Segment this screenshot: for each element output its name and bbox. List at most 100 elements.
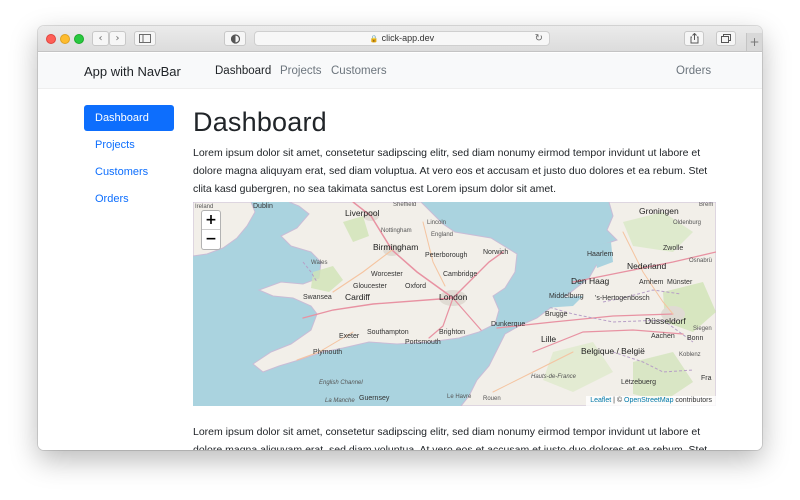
map-label-middelburg: Middelburg bbox=[549, 293, 584, 300]
second-paragraph: Lorem ipsum dolor sit amet, consetetur s… bbox=[193, 426, 708, 450]
sidebar: Dashboard Projects Customers Orders bbox=[84, 105, 174, 213]
map-label-birmingham: Birmingham bbox=[373, 242, 418, 252]
map-label-osnabruck: Osnabrü bbox=[689, 258, 712, 264]
chevron-left-icon: ‹ bbox=[98, 33, 103, 44]
map-label-exeter: Exeter bbox=[339, 333, 360, 340]
map-label-oxford: Oxford bbox=[405, 283, 426, 290]
map-label-siegen: Siegen bbox=[693, 326, 712, 332]
osm-link[interactable]: OpenStreetMap bbox=[624, 397, 673, 404]
map-label-aachen: Aachen bbox=[651, 333, 675, 340]
nav-link-orders[interactable]: Orders bbox=[676, 65, 711, 77]
share-icon bbox=[690, 32, 698, 44]
chevron-right-icon: › bbox=[115, 33, 120, 44]
map-label-dunkerque: Dunkerque bbox=[491, 321, 525, 328]
map-label-zwolle: Zwolle bbox=[663, 245, 683, 252]
map-label-nederland: Nederland bbox=[627, 261, 666, 271]
map-label-sheffield: Sheffield bbox=[393, 202, 416, 208]
map-label-gloucester: Gloucester bbox=[353, 283, 388, 290]
navbar-brand[interactable]: App with NavBar bbox=[84, 64, 181, 79]
map-label-den-haag: Den Haag bbox=[571, 276, 610, 286]
map-label-la-manche: La Manche bbox=[325, 398, 355, 404]
web-page: App with NavBar Dashboard Projects Custo… bbox=[38, 53, 762, 450]
map-zoom-control: + − bbox=[201, 210, 221, 250]
map-label-belgique: Belgique / België bbox=[581, 346, 645, 356]
sidebar-item-customers[interactable]: Customers bbox=[84, 159, 174, 185]
map-label-munster: Münster bbox=[667, 279, 693, 286]
new-tab-button[interactable]: + bbox=[746, 33, 762, 51]
map-label-england: England bbox=[431, 232, 453, 238]
zoom-window-button[interactable] bbox=[74, 34, 84, 44]
map-label-arnhem: Arnhem bbox=[639, 279, 664, 286]
map-label-letzebuerg: Lëtzebuerg bbox=[621, 379, 656, 386]
sidebar-toggle-button[interactable] bbox=[134, 31, 156, 46]
back-button[interactable]: ‹ bbox=[92, 31, 109, 46]
map-label-brighton: Brighton bbox=[439, 329, 465, 336]
map-attribution: Leaflet | © OpenStreetMap contributors bbox=[586, 396, 716, 406]
shield-icon bbox=[230, 34, 240, 44]
map-label-cardiff: Cardiff bbox=[345, 292, 371, 302]
map-label-wales: Wales bbox=[311, 260, 327, 266]
map-label-le-havre: Le Havre bbox=[447, 394, 472, 400]
tab-overview-button[interactable] bbox=[716, 31, 736, 46]
map-label-liverpool: Liverpool bbox=[345, 208, 380, 218]
nav-link-dashboard[interactable]: Dashboard bbox=[215, 65, 271, 77]
forward-button[interactable]: › bbox=[109, 31, 126, 46]
url-text: click-app.dev bbox=[381, 33, 435, 43]
map-label-portsmouth: Portsmouth bbox=[405, 339, 441, 346]
intro-paragraph: Lorem ipsum dolor sit amet, consetetur s… bbox=[193, 147, 708, 195]
map-label-london: London bbox=[439, 292, 468, 302]
close-window-button[interactable] bbox=[46, 34, 56, 44]
map-label-english-channel: English Channel bbox=[319, 380, 363, 386]
top-navbar: App with NavBar Dashboard Projects Custo… bbox=[38, 53, 762, 89]
map-view[interactable]: Ireland Dublin Sheffield Liverpool Linco… bbox=[193, 202, 716, 406]
sidebar-item-orders[interactable]: Orders bbox=[84, 186, 174, 212]
leaflet-link[interactable]: Leaflet bbox=[590, 397, 611, 404]
map-label-swansea: Swansea bbox=[303, 294, 332, 301]
attribution-suffix: contributors bbox=[673, 397, 712, 404]
map-label-peterborough: Peterborough bbox=[425, 252, 468, 259]
zoom-in-button[interactable]: + bbox=[202, 211, 220, 230]
browser-toolbar: ‹ › 🔒 click-app.dev ↻ + bbox=[38, 26, 762, 52]
map-label-rouen: Rouen bbox=[483, 396, 501, 402]
nav-link-projects[interactable]: Projects bbox=[280, 65, 322, 77]
map-label-southampton: Southampton bbox=[367, 329, 409, 336]
map-label-worcester: Worcester bbox=[371, 271, 403, 278]
map-label-haarlem: Haarlem bbox=[587, 251, 614, 258]
map-label-guernsey: Guernsey bbox=[359, 395, 390, 402]
map-label-plymouth: Plymouth bbox=[313, 349, 342, 356]
map-label-brugge: Brugge bbox=[545, 311, 568, 318]
map-label-groningen: Groningen bbox=[639, 206, 679, 216]
map-label-hauts-de-france: Hauts-de-France bbox=[531, 374, 577, 380]
plus-icon: + bbox=[749, 35, 760, 49]
zoom-out-button[interactable]: − bbox=[202, 230, 220, 249]
sidebar-icon bbox=[139, 34, 151, 43]
reload-icon[interactable]: ↻ bbox=[535, 32, 543, 45]
map-label-fra: Fra bbox=[701, 375, 712, 382]
sidebar-item-projects[interactable]: Projects bbox=[84, 132, 174, 158]
map-label-dublin: Dublin bbox=[253, 203, 273, 210]
map-tiles: Ireland Dublin Sheffield Liverpool Linco… bbox=[193, 202, 716, 406]
map-label-koblenz: Koblenz bbox=[679, 352, 701, 358]
map-label-lincoln: Lincoln bbox=[427, 220, 446, 226]
map-label-brem: Brem bbox=[699, 202, 713, 208]
map-label-oldenburg: Oldenburg bbox=[673, 220, 701, 226]
browser-window: ‹ › 🔒 click-app.dev ↻ + App with NavBar D… bbox=[38, 26, 762, 450]
map-label-norwich: Norwich bbox=[483, 249, 508, 256]
map-label-cambridge: Cambridge bbox=[443, 271, 477, 278]
share-button[interactable] bbox=[684, 31, 704, 46]
privacy-report-button[interactable] bbox=[224, 31, 246, 46]
map-label-dusseldorf: Düsseldorf bbox=[645, 316, 686, 326]
attribution-separator: | © bbox=[611, 397, 625, 404]
map-label-bonn: Bonn bbox=[687, 335, 703, 342]
main-content: Dashboard Lorem ipsum dolor sit amet, co… bbox=[193, 105, 716, 450]
nav-link-customers[interactable]: Customers bbox=[331, 65, 387, 77]
lock-icon: 🔒 bbox=[369, 35, 379, 43]
sidebar-item-dashboard[interactable]: Dashboard bbox=[84, 105, 174, 131]
minimize-window-button[interactable] bbox=[60, 34, 70, 44]
tabs-icon bbox=[721, 34, 731, 43]
map-label-lille: Lille bbox=[541, 334, 556, 344]
map-label-hertogenbosch: 's-Hertogenbosch bbox=[595, 295, 650, 302]
page-title: Dashboard bbox=[193, 107, 327, 137]
address-bar[interactable]: 🔒 click-app.dev ↻ bbox=[254, 31, 550, 46]
map-label-nottingham: Nottingham bbox=[381, 228, 412, 234]
